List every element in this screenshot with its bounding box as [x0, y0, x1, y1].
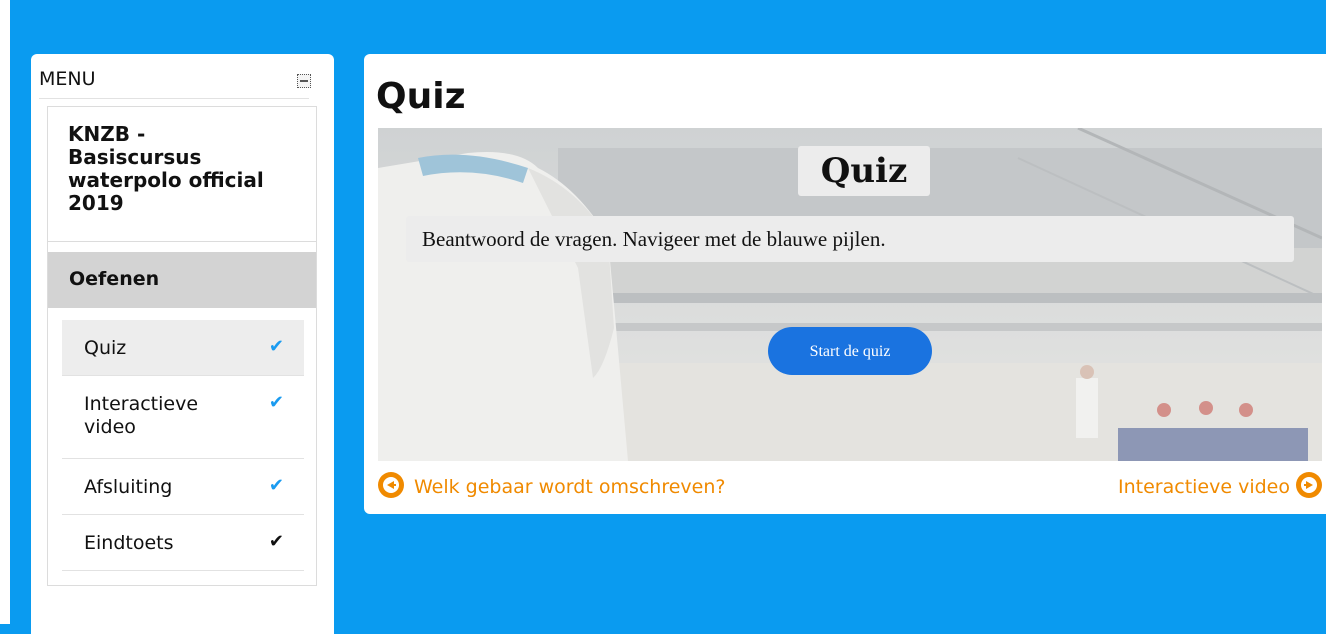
menu-header: MENU	[39, 68, 311, 99]
previous-label: Welk gebaar wordt omschreven?	[414, 476, 726, 498]
check-icon: ✔	[268, 392, 284, 413]
section-header[interactable]: Oefenen	[47, 252, 317, 308]
navigation-footer: Welk gebaar wordt omschreven? Interactie…	[378, 471, 1322, 506]
sidebar-item-label: Quiz	[84, 337, 127, 359]
check-icon: ✔	[268, 531, 284, 552]
quiz-title: Quiz	[798, 146, 930, 196]
arrow-left-icon	[378, 471, 404, 498]
section-panel: Oefenen Quiz ✔ Interactieve video ✔ Afsl…	[47, 242, 317, 586]
next-link[interactable]: Interactieve video	[1118, 471, 1322, 502]
sidebar-item-label: Eindtoets	[84, 532, 174, 554]
sidebar-menu: MENU KNZB - Basiscursus waterpolo offici…	[31, 54, 334, 634]
window-edge	[0, 0, 10, 624]
quiz-intro-panel: Quiz Beantwoord de vragen. Navigeer met …	[378, 128, 1322, 461]
collapse-icon[interactable]	[297, 74, 311, 88]
previous-link[interactable]: Welk gebaar wordt omschreven?	[378, 471, 726, 502]
menu-title: MENU	[39, 68, 96, 90]
course-title: KNZB - Basiscursus waterpolo official 20…	[68, 122, 264, 215]
page-title: Quiz	[376, 76, 466, 117]
sidebar-item-label: Interactieve video	[84, 393, 199, 438]
section-title: Oefenen	[69, 268, 160, 290]
check-icon: ✔	[268, 336, 284, 357]
content-card: Quiz Quiz Beantwoord de vragen. Navigeer…	[364, 54, 1326, 514]
start-quiz-button[interactable]: Start de quiz	[768, 327, 932, 375]
sidebar-item-label: Afsluiting	[84, 476, 173, 498]
sidebar-item-eindtoets[interactable]: Eindtoets ✔	[62, 515, 304, 571]
sidebar-item-quiz[interactable]: Quiz ✔	[62, 320, 304, 376]
course-title-box: KNZB - Basiscursus waterpolo official 20…	[47, 106, 317, 242]
sidebar-item-afsluiting[interactable]: Afsluiting ✔	[62, 459, 304, 515]
next-label: Interactieve video	[1118, 476, 1290, 498]
sidebar-item-interactieve-video[interactable]: Interactieve video ✔	[62, 376, 304, 459]
quiz-instructions: Beantwoord de vragen. Navigeer met de bl…	[406, 216, 1294, 262]
arrow-right-icon	[1296, 471, 1322, 498]
check-icon: ✔	[268, 475, 284, 496]
